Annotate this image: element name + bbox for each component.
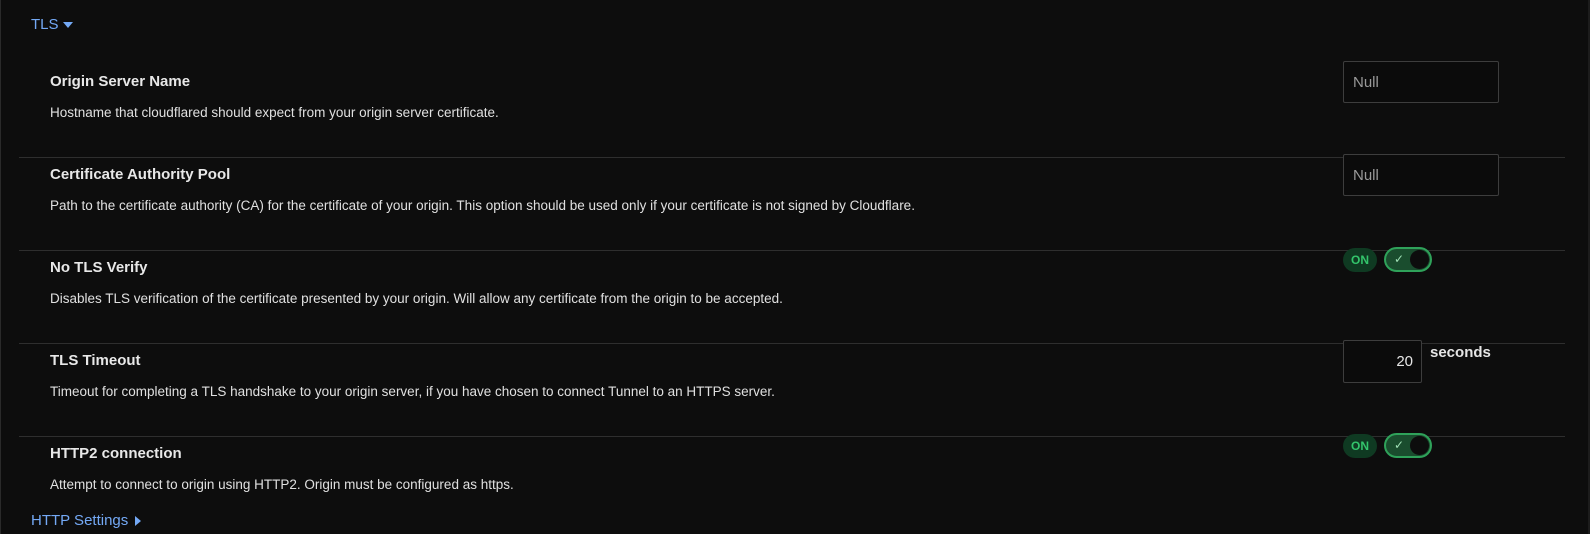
origin-server-name-description: Hostname that cloudflared should expect … — [50, 105, 499, 120]
no-tls-verify-status-badge: ON — [1343, 248, 1377, 272]
tls-timeout-description: Timeout for completing a TLS handshake t… — [50, 384, 775, 399]
tls-timeout-unit: seconds — [1430, 344, 1491, 361]
ca-pool-title: Certificate Authority Pool — [50, 166, 231, 183]
no-tls-verify-description: Disables TLS verification of the certifi… — [50, 291, 783, 306]
no-tls-verify-row: No TLS Verify Disables TLS verification … — [19, 247, 1565, 344]
caret-right-icon — [135, 515, 142, 526]
ca-pool-description: Path to the certificate authority (CA) f… — [50, 198, 915, 213]
toggle-knob — [1410, 436, 1429, 455]
no-tls-verify-title: No TLS Verify — [50, 259, 148, 276]
http-settings-section-label: HTTP Settings — [31, 512, 129, 529]
ca-pool-row: Certificate Authority Pool Path to the c… — [19, 154, 1565, 251]
origin-server-name-row: Origin Server Name Hostname that cloudfl… — [19, 61, 1565, 158]
tls-timeout-title: TLS Timeout — [50, 352, 141, 369]
check-icon: ✓ — [1394, 438, 1405, 452]
origin-server-name-input[interactable] — [1343, 61, 1499, 103]
http2-toggle[interactable]: ✓ — [1384, 433, 1432, 458]
http2-title: HTTP2 connection — [50, 445, 182, 462]
tls-timeout-row: TLS Timeout Timeout for completing a TLS… — [19, 340, 1565, 437]
http2-description: Attempt to connect to origin using HTTP2… — [50, 477, 514, 492]
no-tls-verify-toggle[interactable]: ✓ — [1384, 247, 1432, 272]
http2-row: HTTP2 connection Attempt to connect to o… — [19, 433, 1565, 529]
caret-down-icon — [62, 22, 73, 28]
tls-section-toggle[interactable]: TLS — [31, 16, 73, 33]
origin-server-name-title: Origin Server Name — [50, 73, 191, 90]
http2-status-badge: ON — [1343, 434, 1377, 458]
toggle-knob — [1410, 250, 1429, 269]
left-border — [0, 0, 1, 534]
ca-pool-input[interactable] — [1343, 154, 1499, 196]
http-settings-section-toggle[interactable]: HTTP Settings — [31, 512, 142, 529]
check-icon: ✓ — [1394, 252, 1405, 266]
tls-timeout-input[interactable] — [1343, 340, 1422, 383]
tls-section-label: TLS — [31, 16, 59, 33]
